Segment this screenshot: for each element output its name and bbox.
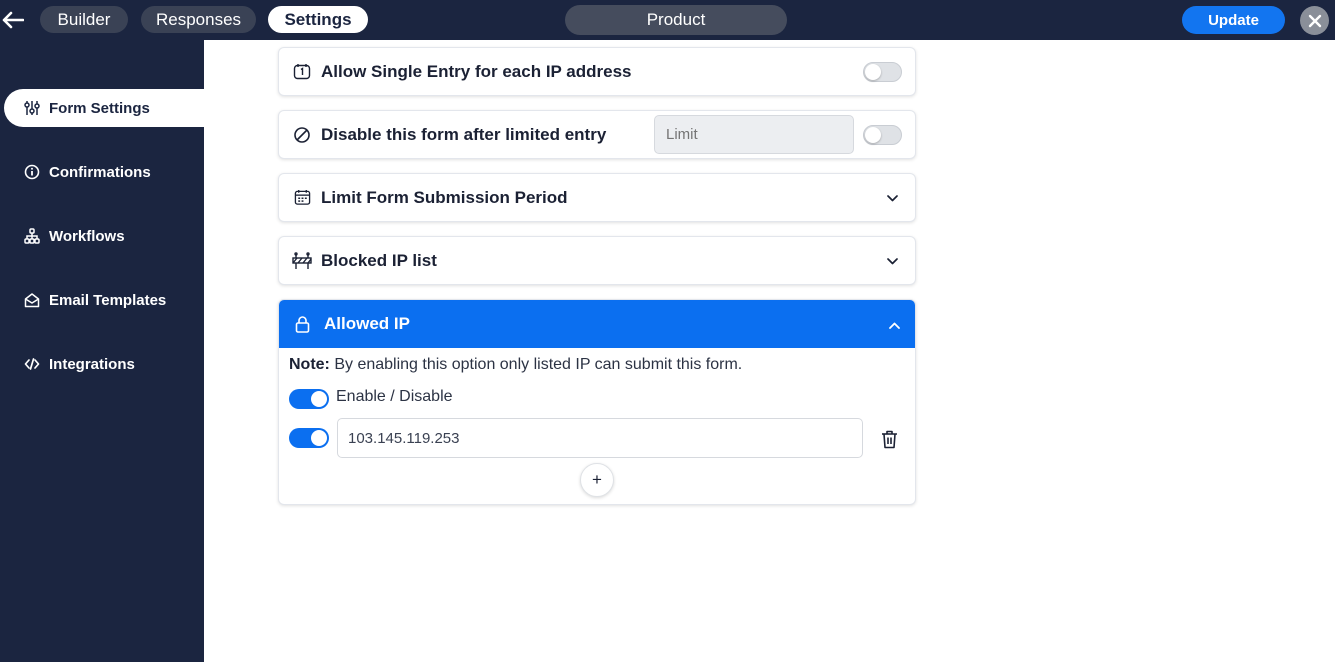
back-arrow-icon[interactable]: [0, 8, 26, 32]
sidebar-item-label: Email Templates: [49, 291, 167, 309]
chevron-up-icon[interactable]: [887, 318, 901, 332]
limit-input[interactable]: [654, 115, 854, 154]
sidebar-item-confirmations[interactable]: Confirmations: [4, 153, 204, 191]
sidebar-item-email-templates[interactable]: Email Templates: [4, 281, 204, 319]
update-button[interactable]: Update: [1182, 6, 1285, 34]
sidebar-item-label: Confirmations: [49, 163, 151, 181]
add-ip-button[interactable]: +: [580, 463, 614, 497]
chevron-down-icon[interactable]: [885, 191, 899, 205]
sidebar-item-integrations[interactable]: Integrations: [4, 345, 204, 383]
tab-responses[interactable]: Responses: [141, 6, 256, 33]
calendar-icon: [292, 188, 312, 208]
code-icon: [23, 355, 41, 373]
allowed-ip-panel: Allowed IP Note: By enabling this option…: [278, 299, 916, 505]
barrier-icon: [292, 251, 312, 271]
limited-entry-toggle[interactable]: [863, 125, 902, 145]
allowed-ip-enable-toggle[interactable]: [289, 389, 329, 409]
submission-period-title: Limit Form Submission Period: [321, 187, 568, 207]
form-name-button[interactable]: Product: [565, 5, 787, 35]
sidebar-item-label: Workflows: [49, 227, 125, 245]
sidebar-item-label: Form Settings: [49, 99, 150, 117]
enable-disable-label: Enable / Disable: [336, 388, 453, 405]
sidebar-item-label: Integrations: [49, 355, 135, 373]
blocked-ip-card[interactable]: Blocked IP list: [278, 236, 916, 285]
ip-entry-toggle[interactable]: [289, 428, 329, 448]
lock-icon: [292, 314, 312, 334]
single-entry-title: Allow Single Entry for each IP address: [321, 61, 632, 81]
allowed-ip-note: Note: By enabling this option only liste…: [289, 356, 742, 374]
chevron-down-icon[interactable]: [885, 254, 899, 268]
single-entry-toggle[interactable]: [863, 62, 902, 82]
calendar-one-icon: [292, 62, 312, 82]
blocked-ip-title: Blocked IP list: [321, 250, 437, 270]
allowed-ip-title: Allowed IP: [324, 314, 410, 333]
trash-icon[interactable]: [879, 428, 899, 450]
envelope-open-icon: [23, 291, 41, 309]
sidebar-item-workflows[interactable]: Workflows: [4, 217, 204, 255]
ip-address-input[interactable]: [337, 418, 863, 458]
sidebar-item-form-settings[interactable]: Form Settings: [4, 89, 204, 127]
tab-builder[interactable]: Builder: [40, 6, 128, 33]
submission-period-card[interactable]: Limit Form Submission Period: [278, 173, 916, 222]
allowed-ip-header[interactable]: Allowed IP: [279, 300, 915, 348]
sidebar-cap: [0, 40, 204, 90]
sliders-icon: [23, 99, 41, 117]
workflow-icon: [23, 227, 41, 245]
limited-entry-card: Disable this form after limited entry: [278, 110, 916, 159]
top-bar: Builder Responses Settings Product Updat…: [0, 0, 1335, 40]
single-entry-card: Allow Single Entry for each IP address: [278, 47, 916, 96]
note-label: Note:: [289, 356, 330, 373]
ban-icon: [292, 125, 312, 145]
limited-entry-title: Disable this form after limited entry: [321, 124, 607, 144]
info-icon: [23, 163, 41, 181]
note-text: By enabling this option only listed IP c…: [329, 356, 743, 373]
tab-settings[interactable]: Settings: [268, 6, 368, 33]
close-icon[interactable]: [1300, 6, 1329, 35]
